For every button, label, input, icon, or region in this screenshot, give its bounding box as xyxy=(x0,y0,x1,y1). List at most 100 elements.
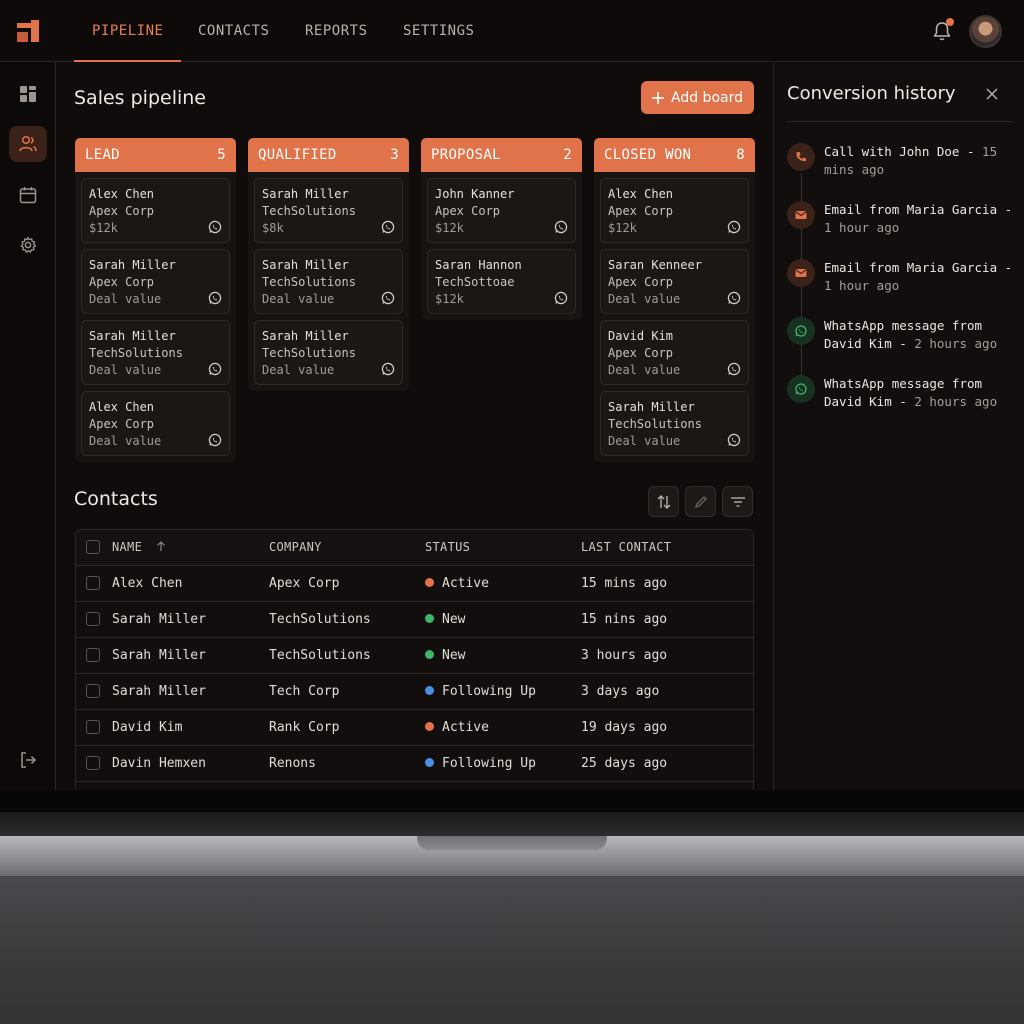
table-row[interactable]: Sarah Miller Tech Corp Following Up 3 days … xyxy=(76,674,753,710)
whatsapp-icon[interactable] xyxy=(727,291,741,305)
deal-company: TechSolutions xyxy=(608,417,702,431)
contacts-title: Contacts xyxy=(74,488,158,510)
laptop-bezel xyxy=(0,790,1024,812)
whatsapp-icon[interactable] xyxy=(208,220,222,234)
whatsapp-icon[interactable] xyxy=(381,362,395,376)
deal-card[interactable]: David Kim Apex Corp Deal value xyxy=(600,320,749,385)
deal-card[interactable]: Sarah Miller TechSolutions $8k xyxy=(254,178,403,243)
deal-contact-name: Alex Chen xyxy=(89,187,155,201)
status-label: Active xyxy=(442,720,489,735)
deal-company: Apex Corp xyxy=(89,275,155,289)
column-header[interactable]: PROPOSAL 2 xyxy=(421,138,582,172)
tab-contacts[interactable]: CONTACTS xyxy=(198,0,269,62)
column-header[interactable]: LEAD 5 xyxy=(75,138,236,172)
sidebar-item-settings[interactable] xyxy=(9,227,47,263)
column-header-last-contact[interactable]: LAST CONTACT xyxy=(581,530,671,565)
deal-value: $12k xyxy=(608,221,637,235)
history-text: Email from Maria Garcia - 1 hour ago xyxy=(824,259,1014,295)
column-header-status[interactable]: STATUS xyxy=(425,530,470,565)
deal-card[interactable]: Sarah Miller TechSolutions Deal value xyxy=(254,249,403,314)
phone-icon xyxy=(796,152,806,162)
deal-value: $12k xyxy=(89,221,118,235)
row-checkbox[interactable] xyxy=(86,720,100,734)
tab-pipeline[interactable]: PIPELINE xyxy=(73,0,182,62)
whatsapp-icon[interactable] xyxy=(381,220,395,234)
deal-card[interactable]: Sarah Miller Apex Corp Deal value xyxy=(81,249,230,314)
row-checkbox[interactable] xyxy=(86,684,100,698)
whatsapp-icon[interactable] xyxy=(381,291,395,305)
deal-card[interactable]: Sarah Miller TechSolutions Deal value xyxy=(81,320,230,385)
deal-value: Deal value xyxy=(89,363,162,377)
deal-contact-name: Sarah Miller xyxy=(262,258,349,272)
add-board-button[interactable]: Add board xyxy=(641,81,754,114)
deal-contact-name: Sarah Miller xyxy=(262,329,349,343)
deal-contact-name: David Kim xyxy=(608,329,674,343)
whatsapp-icon[interactable] xyxy=(554,291,568,305)
deal-card[interactable]: Alex Chen Apex Corp Deal value xyxy=(81,391,230,456)
deal-company: TechSolutions xyxy=(262,275,356,289)
close-icon[interactable] xyxy=(983,85,1001,103)
table-row[interactable]: David Kim Rank Corp Active 19 days ago xyxy=(76,710,753,746)
deal-value: Deal value xyxy=(262,292,335,306)
deal-card[interactable]: Sarah Miller TechSolutions Deal value xyxy=(254,320,403,385)
history-description: Email from Maria Garcia - xyxy=(824,202,1013,217)
tab-reports[interactable]: REPORTS xyxy=(305,0,368,62)
whatsapp-icon[interactable] xyxy=(208,291,222,305)
whatsapp-icon xyxy=(795,383,807,395)
deal-value: Deal value xyxy=(89,434,162,448)
row-checkbox[interactable] xyxy=(86,648,100,662)
table-row[interactable]: Davin Hemxen Renons Following Up 25 days ag… xyxy=(76,746,753,782)
deal-company: Apex Corp xyxy=(608,204,674,218)
last-contact: 25 days ago xyxy=(581,756,668,771)
status-badge: Following Up xyxy=(425,674,536,709)
deal-card[interactable]: Saran Kenneer Apex Corp Deal value xyxy=(600,249,749,314)
add-board-label: Add board xyxy=(671,89,743,106)
sidebar-item-dashboard[interactable] xyxy=(9,76,47,112)
deal-card[interactable]: John Kanner Apex Corp $12k xyxy=(427,178,576,243)
whatsapp-icon[interactable] xyxy=(554,220,568,234)
status-dot xyxy=(425,578,434,587)
deal-contact-name: John Kanner xyxy=(435,187,515,201)
deal-company: TechSolutions xyxy=(89,346,183,360)
sidebar-item-contacts[interactable] xyxy=(9,126,47,162)
table-row[interactable]: Sarah Miller TechSolutions New 15 nins ago xyxy=(76,602,753,638)
table-row[interactable]: Alex Chen Apex Corp Active 15 mins ago xyxy=(76,566,753,602)
whatsapp-icon[interactable] xyxy=(208,433,222,447)
whatsapp-icon[interactable] xyxy=(727,433,741,447)
column-count: 3 xyxy=(390,147,399,163)
deal-card[interactable]: Alex Chen Apex Corp $12k xyxy=(600,178,749,243)
row-checkbox[interactable] xyxy=(86,612,100,626)
whatsapp-icon[interactable] xyxy=(727,362,741,376)
status-dot xyxy=(425,686,434,695)
sidebar-item-calendar[interactable] xyxy=(9,177,47,213)
select-all-checkbox[interactable] xyxy=(86,540,100,554)
column-header[interactable]: CLOSED WON 8 xyxy=(594,138,755,172)
whatsapp-icon[interactable] xyxy=(208,362,222,376)
column-header-name[interactable]: NAME xyxy=(112,530,166,565)
sidebar-item-logout[interactable] xyxy=(9,742,47,778)
row-checkbox[interactable] xyxy=(86,576,100,590)
edit-button[interactable] xyxy=(685,486,716,517)
sort-button[interactable] xyxy=(648,486,679,517)
column-header-company[interactable]: COMPANY xyxy=(269,530,322,565)
user-avatar[interactable] xyxy=(969,15,1002,48)
laptop-thumb-notch xyxy=(417,836,607,850)
pipeline-column: PROPOSAL 2 John Kanner Apex Corp $12k Saran H… xyxy=(421,138,582,320)
column-header[interactable]: QUALIFIED 3 xyxy=(248,138,409,172)
status-dot xyxy=(425,758,434,767)
whatsapp-icon[interactable] xyxy=(727,220,741,234)
filter-button[interactable] xyxy=(722,486,753,517)
history-time: 2 hours ago xyxy=(914,394,998,409)
tab-settings[interactable]: SETTINGS xyxy=(403,0,474,62)
deal-card[interactable]: Sarah Miller TechSolutions Deal value xyxy=(600,391,749,456)
app-logo-icon[interactable] xyxy=(17,20,39,42)
row-checkbox[interactable] xyxy=(86,756,100,770)
contact-company: Renons xyxy=(269,756,316,771)
history-text: Call with John Doe - 15 mins ago xyxy=(824,143,1014,179)
deal-card[interactable]: Saran Hannon TechSottoae $12k xyxy=(427,249,576,314)
table-row[interactable]: Sarah Miller TechSolutions New 3 hours ago xyxy=(76,638,753,674)
app-screen: PIPELINE CONTACTS REPORTS SETTINGS Sales… xyxy=(0,0,1024,790)
deal-card[interactable]: Alex Chen Apex Corp $12k xyxy=(81,178,230,243)
filter-icon xyxy=(730,496,745,507)
contact-name: Sarah Miller xyxy=(112,612,206,627)
